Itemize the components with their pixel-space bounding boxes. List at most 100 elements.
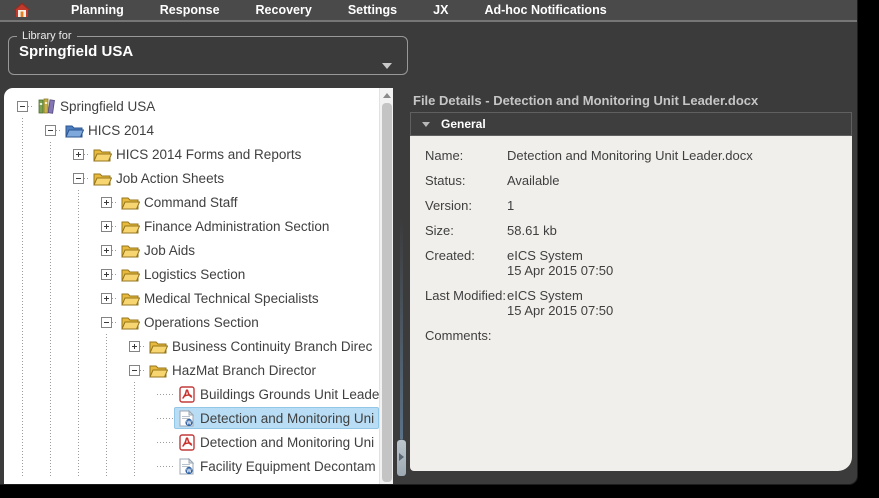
tree-item[interactable]: Medical Technical Specialists (4, 286, 379, 310)
tree-guide (73, 430, 101, 454)
tree-guide (73, 286, 101, 310)
tree-item-content[interactable]: Command Staff (118, 191, 243, 213)
pdf-icon (177, 385, 196, 403)
tree-item-content[interactable]: Finance Administration Section (118, 215, 334, 237)
general-section-label: General (441, 117, 486, 131)
expand-toggle-icon[interactable] (73, 148, 84, 160)
tree-item-content[interactable]: Detection and Monitoring Uni (174, 431, 379, 453)
tree-guide (101, 454, 129, 478)
expand-toggle-icon[interactable] (101, 196, 112, 208)
tree-item[interactable]: HICS 2014 Forms and Reports (4, 142, 379, 166)
expand-toggle-icon[interactable] (101, 244, 112, 256)
tree-item-content[interactable]: HICS 2014 Forms and Reports (90, 143, 306, 165)
tree-guide (45, 286, 73, 310)
library-selector[interactable]: Library for Springfield USA (8, 30, 408, 75)
tree-item[interactable]: Job Action Sheets (4, 166, 379, 190)
tree-item-content[interactable]: Medical Technical Specialists (118, 287, 324, 309)
tree-item[interactable]: W Facility Equipment Decontam (4, 454, 379, 478)
detail-field-label: Version: (425, 198, 472, 213)
nav-item-ad-hoc-notifications[interactable]: Ad-hoc Notifications (484, 0, 606, 20)
collapse-toggle-icon[interactable] (45, 124, 56, 136)
tree-item[interactable]: Detection and Monitoring Uni (4, 430, 379, 454)
tree-item[interactable]: Springfield USA (4, 94, 379, 118)
tree-item[interactable]: HazMat Branch Director (4, 358, 379, 382)
nav-item-response[interactable]: Response (160, 0, 220, 20)
tree-scrollbar-thumb[interactable] (382, 103, 392, 482)
tree-item[interactable]: W Detection and Monitoring Uni (4, 406, 379, 430)
tree-item-label: HazMat Branch Director (172, 362, 317, 378)
tree-guide (45, 214, 73, 238)
detail-field-value: Detection and Monitoring Unit Leader.doc… (507, 148, 753, 163)
tree-item-content[interactable]: Operations Section (118, 311, 264, 333)
tree-item-content[interactable]: Job Aids (118, 239, 200, 261)
folder-icon (121, 314, 140, 331)
chevron-down-icon[interactable] (382, 63, 392, 69)
library-icon (37, 98, 56, 115)
tree-item-content[interactable]: HICS 2014 (62, 119, 159, 141)
tree-item-label: Logistics Section (144, 266, 246, 282)
tree-guide (73, 358, 101, 382)
tree-item-content[interactable]: W Detection and Monitoring Uni (174, 407, 379, 429)
tree-item-label: Detection and Monitoring Uni (200, 410, 375, 426)
splitter-collapse-handle[interactable] (397, 440, 406, 476)
file-details-panel: File Details - Detection and Monitoring … (410, 88, 852, 484)
tree-item-content[interactable]: Buildings Grounds Unit Leade (174, 383, 379, 405)
collapse-right-icon (399, 453, 404, 461)
home-icon[interactable] (13, 2, 31, 18)
collapse-toggle-icon[interactable] (73, 172, 84, 184)
folder-icon (149, 338, 168, 355)
nav-item-recovery[interactable]: Recovery (256, 0, 312, 20)
nav-item-settings[interactable]: Settings (348, 0, 397, 20)
tree-item-label: Command Staff (144, 194, 238, 210)
tree-item[interactable]: HICS 2014 (4, 118, 379, 142)
tree-item-content[interactable]: W Facility Equipment Decontam (174, 455, 379, 477)
tree-guide (73, 334, 101, 358)
file-tree: Springfield USA HICS 2014 HICS 2014 Forms … (4, 88, 379, 484)
general-section-header[interactable]: General (410, 112, 852, 136)
expand-toggle-icon[interactable] (101, 268, 112, 280)
tree-item-content[interactable]: Business Continuity Branch Direc (146, 335, 377, 357)
tree-item[interactable]: Business Continuity Branch Direc (4, 334, 379, 358)
tree-item[interactable]: Job Aids (4, 238, 379, 262)
tree-guide (101, 430, 129, 454)
tree-guide (129, 454, 157, 478)
tree-item-content[interactable]: Logistics Section (118, 263, 250, 285)
tree-guide (101, 406, 129, 430)
tree-item[interactable]: Logistics Section (4, 262, 379, 286)
tree-guide (45, 310, 73, 334)
expand-toggle-icon[interactable] (129, 340, 140, 352)
collapse-toggle-icon[interactable] (17, 100, 28, 112)
tree-item[interactable]: Finance Administration Section (4, 214, 379, 238)
nav-item-planning[interactable]: Planning (71, 0, 124, 20)
detail-value-line: 58.61 kb (507, 223, 557, 238)
tree-guide (17, 166, 45, 190)
nav-item-jx[interactable]: JX (433, 0, 448, 20)
tree-guide (17, 118, 45, 142)
detail-field: Version: 1 (425, 198, 842, 213)
tree-item[interactable]: Operations Section (4, 310, 379, 334)
tree-scrollbar[interactable] (379, 88, 393, 484)
tree-item-content[interactable]: Springfield USA (34, 95, 160, 117)
splitter-line (400, 218, 403, 440)
detail-field-label: Last Modified: (425, 288, 506, 303)
tree-item-content[interactable]: HazMat Branch Director (146, 359, 321, 381)
expand-toggle-icon[interactable] (101, 292, 112, 304)
detail-value-line: 15 Apr 2015 07:50 (507, 303, 614, 318)
collapse-toggle-icon[interactable] (129, 364, 140, 376)
tree-item[interactable]: Command Staff (4, 190, 379, 214)
folder-icon (121, 266, 140, 283)
panel-splitter[interactable] (393, 88, 410, 484)
tree-guide (17, 286, 45, 310)
detail-field: Comments: (425, 328, 842, 343)
scroll-up-icon[interactable] (383, 93, 391, 98)
file-details-title: File Details - Detection and Monitoring … (413, 93, 759, 108)
detail-field-value: Available (507, 173, 560, 188)
folder-icon (121, 290, 140, 307)
tree-item-label: HICS 2014 (88, 122, 155, 138)
tree-guide (17, 406, 45, 430)
expand-toggle-icon[interactable] (101, 220, 112, 232)
tree-item[interactable]: Buildings Grounds Unit Leade (4, 382, 379, 406)
detail-field-label: Comments: (425, 328, 492, 343)
tree-item-content[interactable]: Job Action Sheets (90, 167, 229, 189)
collapse-toggle-icon[interactable] (101, 316, 112, 328)
